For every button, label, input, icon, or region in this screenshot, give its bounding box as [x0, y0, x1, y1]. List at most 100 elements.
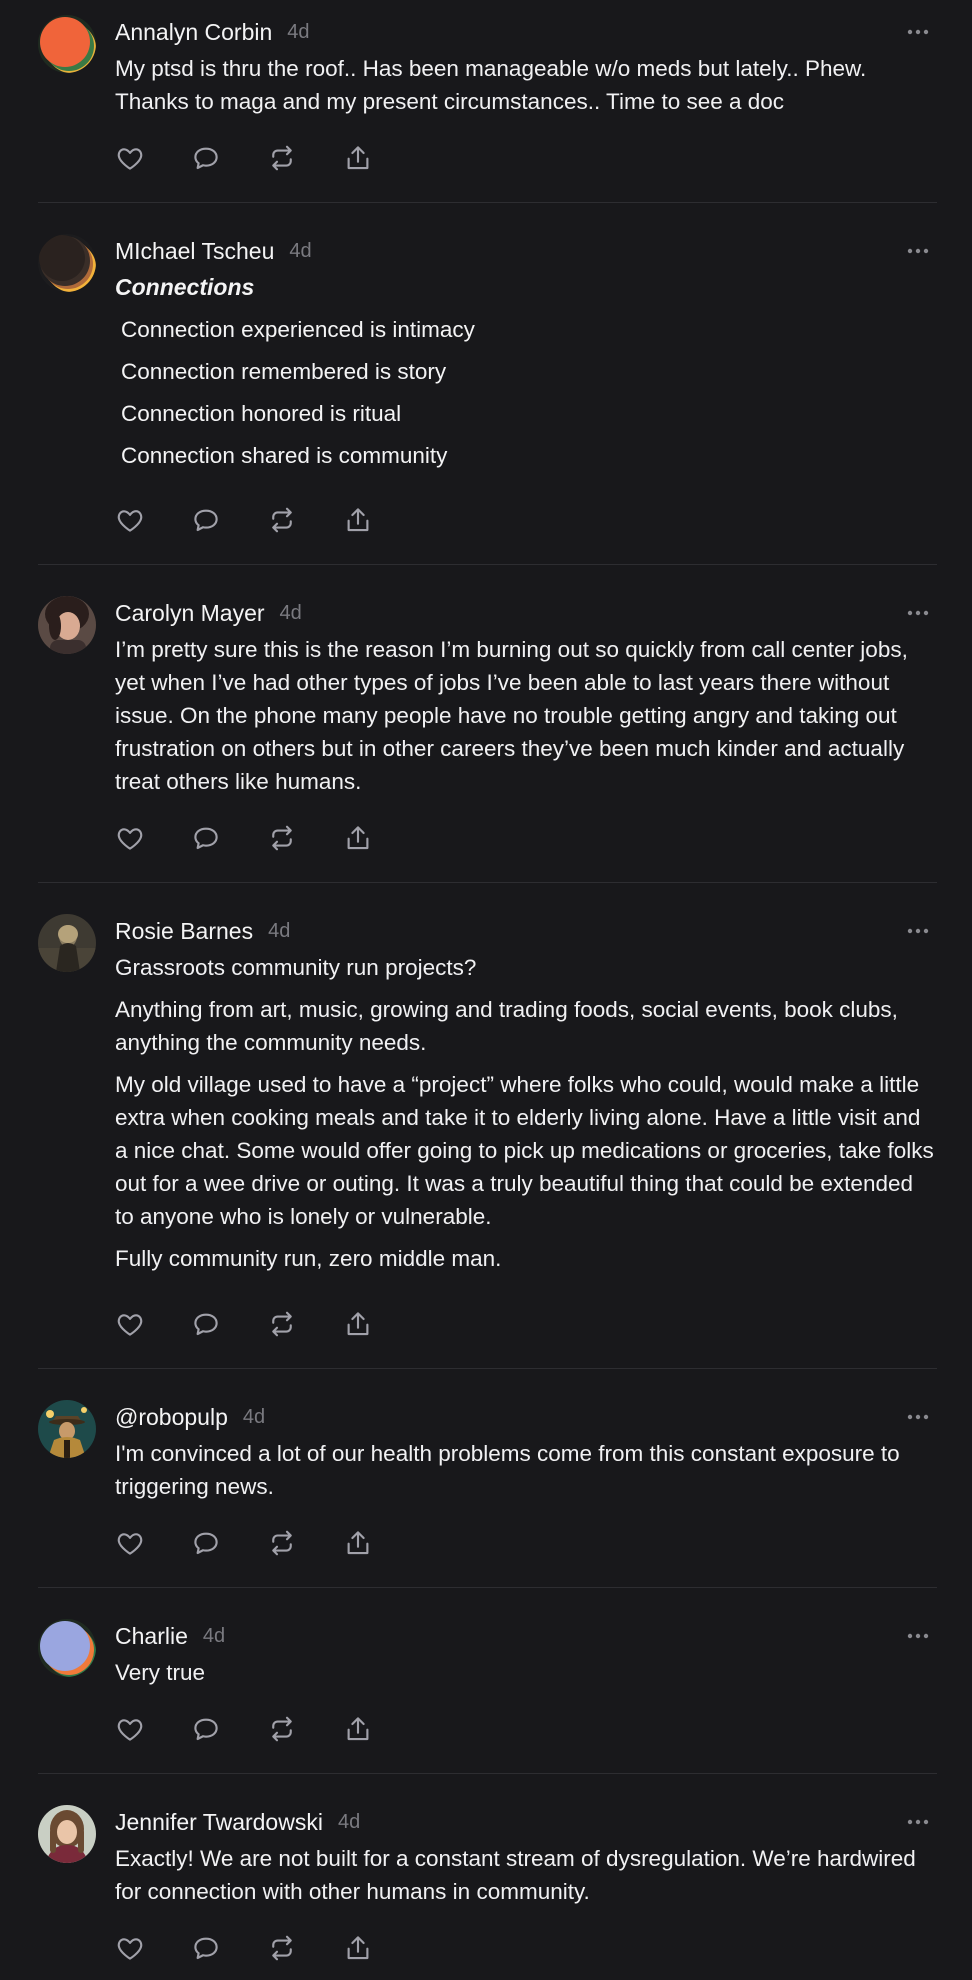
reply-button[interactable]	[191, 823, 221, 853]
post: Carolyn Mayer 4d I’m pretty sure this is…	[0, 581, 972, 883]
post-actions	[115, 1931, 419, 1965]
post-body: Very true	[115, 1656, 937, 1689]
share-button[interactable]	[343, 1528, 373, 1558]
comment-icon	[194, 827, 218, 850]
post-body: My ptsd is thru the roof.. Has been mana…	[115, 52, 937, 118]
reply-button[interactable]	[191, 1309, 221, 1339]
comment-icon	[194, 1937, 218, 1960]
repost-button[interactable]	[267, 1714, 297, 1744]
post-text: Grassroots community run projects?	[115, 955, 477, 980]
author-name[interactable]: Charlie	[115, 1623, 188, 1650]
comment-icon	[194, 509, 218, 532]
post-header: Jennifer Twardowski 4d	[115, 1805, 360, 1839]
heart-icon	[117, 510, 143, 532]
share-button[interactable]	[343, 1933, 373, 1963]
post: Charlie 4d Very true	[0, 1604, 972, 1774]
repost-icon	[272, 507, 292, 533]
post-time[interactable]: 4d	[268, 920, 290, 943]
post-header: Rosie Barnes 4d	[115, 914, 290, 948]
avatar[interactable]	[38, 1619, 96, 1677]
post-line: Connection shared is community	[121, 443, 448, 468]
post-header: Carolyn Mayer 4d	[115, 596, 302, 630]
post-body: I'm convinced a lot of our health proble…	[115, 1437, 937, 1503]
post: Rosie Barnes 4d Grassroots community run…	[0, 899, 972, 1369]
post-time[interactable]: 4d	[287, 21, 309, 44]
post-text: My ptsd is thru the roof.. Has been mana…	[115, 56, 867, 114]
avatar[interactable]	[38, 1805, 96, 1863]
post-text: Exactly! We are not built for a constant…	[115, 1846, 916, 1904]
divider	[38, 882, 937, 883]
avatar[interactable]	[38, 596, 96, 654]
share-button[interactable]	[343, 505, 373, 535]
share-button[interactable]	[343, 1714, 373, 1744]
reply-button[interactable]	[191, 1714, 221, 1744]
avatar[interactable]	[38, 1400, 96, 1458]
post-time[interactable]: 4d	[280, 602, 302, 625]
post-header: Charlie 4d	[115, 1619, 225, 1653]
more-icon[interactable]	[906, 241, 930, 261]
more-icon[interactable]	[906, 603, 930, 623]
like-button[interactable]	[115, 1714, 145, 1744]
heart-icon	[117, 1533, 143, 1555]
author-name[interactable]: Jennifer Twardowski	[115, 1809, 323, 1836]
reply-button[interactable]	[191, 1933, 221, 1963]
author-name[interactable]: MIchael Tscheu	[115, 238, 274, 265]
repost-icon	[272, 145, 292, 171]
share-button[interactable]	[343, 143, 373, 173]
post-text: My old village used to have a “project” …	[115, 1072, 934, 1229]
post-text: I’m pretty sure this is the reason I’m b…	[115, 637, 908, 794]
repost-button[interactable]	[267, 1528, 297, 1558]
reply-button[interactable]	[191, 505, 221, 535]
post-header: Annalyn Corbin 4d	[115, 15, 310, 49]
more-icon[interactable]	[906, 1812, 930, 1832]
repost-button[interactable]	[267, 823, 297, 853]
share-icon	[347, 1717, 369, 1741]
share-icon	[347, 146, 369, 170]
more-icon[interactable]	[906, 1626, 930, 1646]
repost-button[interactable]	[267, 1933, 297, 1963]
share-button[interactable]	[343, 1309, 373, 1339]
more-icon[interactable]	[906, 921, 930, 941]
post-line: Connection honored is ritual	[121, 401, 402, 426]
repost-icon	[272, 825, 292, 851]
more-icon[interactable]	[906, 22, 930, 42]
post-body: Exactly! We are not built for a constant…	[115, 1842, 937, 1908]
author-name[interactable]: Carolyn Mayer	[115, 600, 265, 627]
post-text: I'm convinced a lot of our health proble…	[115, 1441, 900, 1499]
divider	[38, 1587, 937, 1588]
like-button[interactable]	[115, 1309, 145, 1339]
post-header: @robopulp 4d	[115, 1400, 265, 1434]
post-text: Very true	[115, 1660, 206, 1685]
share-button[interactable]	[343, 823, 373, 853]
comment-icon	[194, 1718, 218, 1741]
repost-button[interactable]	[267, 143, 297, 173]
like-button[interactable]	[115, 1528, 145, 1558]
post-actions	[115, 141, 419, 175]
avatar[interactable]	[38, 15, 96, 73]
like-button[interactable]	[115, 143, 145, 173]
post-header: MIchael Tscheu 4d	[115, 234, 312, 268]
post: MIchael Tscheu 4d Connections Connection…	[0, 219, 972, 565]
repost-button[interactable]	[267, 1309, 297, 1339]
post-time[interactable]: 4d	[243, 1406, 265, 1429]
like-button[interactable]	[115, 1933, 145, 1963]
post-time[interactable]: 4d	[289, 240, 311, 263]
reply-button[interactable]	[191, 143, 221, 173]
heart-icon	[117, 828, 143, 850]
author-name[interactable]: Annalyn Corbin	[115, 19, 272, 46]
share-icon	[347, 1312, 369, 1336]
like-button[interactable]	[115, 505, 145, 535]
heart-icon	[117, 1938, 143, 1960]
post-time[interactable]: 4d	[338, 1811, 360, 1834]
repost-button[interactable]	[267, 505, 297, 535]
author-name[interactable]: Rosie Barnes	[115, 918, 253, 945]
reply-button[interactable]	[191, 1528, 221, 1558]
more-icon[interactable]	[906, 1407, 930, 1427]
post-time[interactable]: 4d	[203, 1625, 225, 1648]
author-name[interactable]: @robopulp	[115, 1404, 228, 1431]
avatar[interactable]	[38, 914, 96, 972]
post: Jennifer Twardowski 4d Exactly! We are n…	[0, 1790, 972, 1980]
post-body: Grassroots community run projects? Anyth…	[115, 951, 937, 1275]
like-button[interactable]	[115, 823, 145, 853]
avatar[interactable]	[38, 234, 96, 292]
